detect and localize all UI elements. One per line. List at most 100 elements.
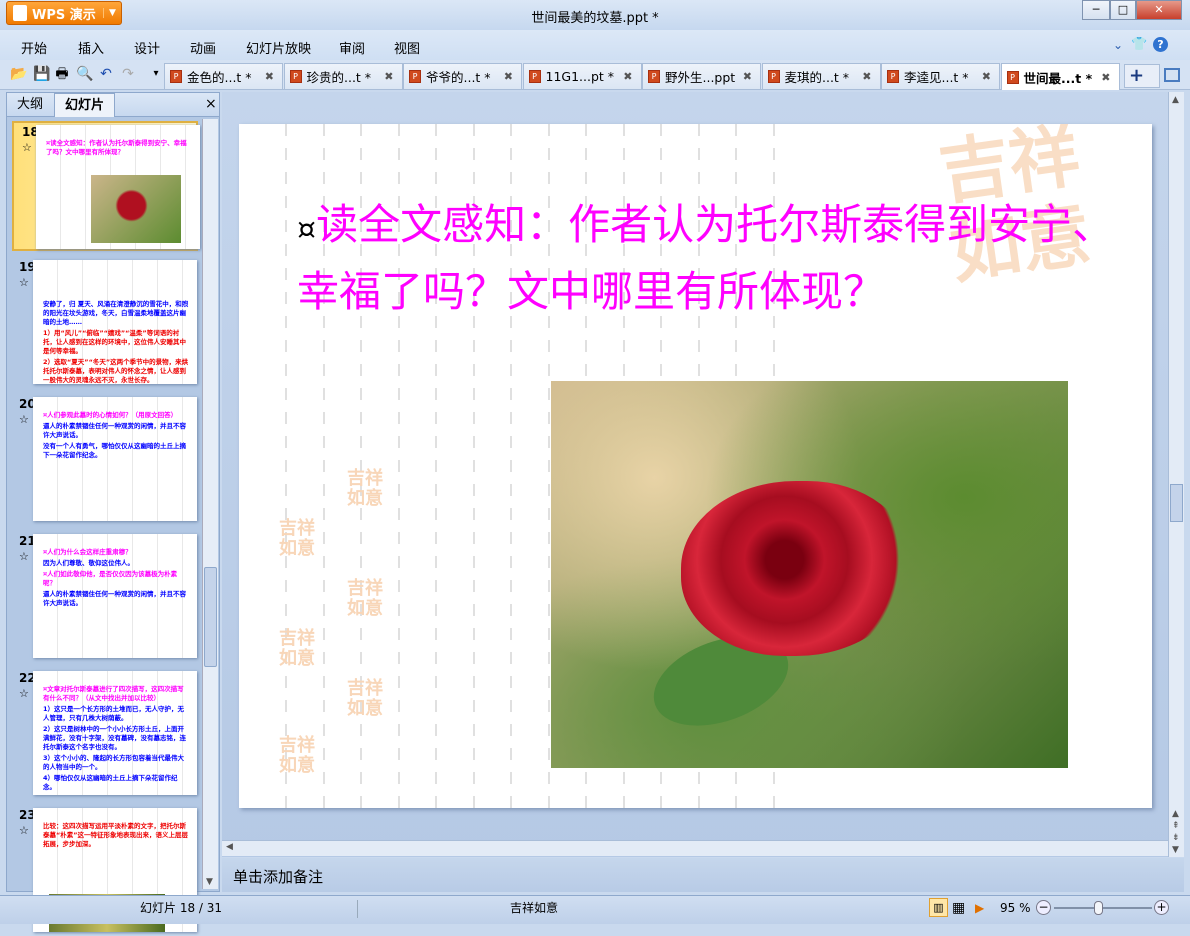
maximize-button[interactable]: □: [1110, 0, 1136, 20]
scroll-up-icon[interactable]: ▲: [1172, 95, 1179, 105]
close-tab-icon[interactable]: ✖: [743, 70, 752, 83]
tab-label: 麦琪的...t *: [784, 70, 850, 85]
open-icon[interactable]: 📂: [10, 66, 27, 82]
new-tab-button[interactable]: +: [1124, 64, 1160, 88]
close-button[interactable]: ✕: [1136, 0, 1182, 20]
normal-view-icon[interactable]: ▥: [929, 898, 948, 917]
menu-insert[interactable]: 插入: [78, 38, 104, 57]
status-bar: 幻灯片 18 / 31 吉祥如意 ▥ ▦ ▶ 95 % − +: [0, 895, 1190, 924]
print-preview-icon[interactable]: 🔍: [76, 66, 93, 82]
menu-home[interactable]: 开始: [21, 38, 47, 57]
close-tab-icon[interactable]: ✖: [862, 70, 871, 83]
close-tab-icon[interactable]: ✖: [1101, 71, 1110, 84]
thumbnail-text: 逼人的朴素禁锢住任何一种观赏的闲情，并且不容许大声说话。: [43, 422, 186, 439]
thumbnail-text: 安静了，归 夏天、风涌在清澄静沉的雪花中，和煦的阳光在坟头游戏，冬天，白雪温柔地…: [43, 300, 189, 326]
document-tab[interactable]: P 爷爷的...t * ✖: [403, 63, 522, 89]
slide-thumbnail-18[interactable]: 18 ☆ ¤读全文感知：作者认为托尔斯泰得到安宁、幸福了吗？文中哪里有所体现？: [12, 121, 200, 251]
document-tab[interactable]: P 麦琪的...t * ✖: [761, 63, 881, 89]
close-tab-icon[interactable]: ✖: [504, 70, 513, 83]
zoom-level[interactable]: 95 %: [1000, 896, 1031, 920]
help-icon[interactable]: ?: [1153, 37, 1168, 52]
minimize-button[interactable]: ─: [1082, 0, 1110, 20]
slide-counter: 幻灯片 18 / 31: [140, 901, 223, 915]
watermark-seal-small: 吉祥 如意: [347, 468, 383, 509]
thumbnail-text: 没有一个人有勇气，哪怕仅仅从这幽暗的土丘上摘下一朵花留作纪念。: [43, 442, 186, 459]
panel-scrollbar[interactable]: ▼: [202, 119, 218, 889]
undo-icon[interactable]: ↶: [98, 66, 114, 82]
document-tab[interactable]: P 珍贵的...t * ✖: [283, 63, 403, 89]
animation-star-icon: ☆: [19, 276, 29, 289]
close-tab-icon[interactable]: ✖: [265, 70, 274, 83]
horizontal-scrollbar[interactable]: ◀: [222, 840, 1168, 856]
thumbnail-text: ¤人们如此敬仰他，是否仅仅因为该墓极为朴素呢？: [43, 570, 178, 587]
zoom-slider-thumb[interactable]: [1094, 901, 1104, 915]
watermark-seal-small: 吉祥 如意: [279, 628, 315, 669]
scroll-left-icon[interactable]: ◀: [226, 842, 233, 852]
slide-sorter-icon[interactable]: ▦: [952, 896, 965, 920]
tab-label: 珍贵的...t *: [306, 70, 372, 85]
menu-view[interactable]: 视图: [394, 38, 420, 57]
ppt-file-icon: P: [289, 70, 302, 83]
scrollbar-thumb[interactable]: [204, 567, 217, 667]
zoom-out-button[interactable]: −: [1036, 900, 1051, 915]
animation-star-icon: ☆: [19, 550, 29, 563]
collapse-ribbon-icon[interactable]: ⌄: [1113, 38, 1123, 52]
watermark-seal-small: 吉祥 如意: [347, 678, 383, 719]
theme-name: 吉祥如意: [510, 901, 559, 915]
page-nav-icons[interactable]: ▲ ⇞ ⇟ ▼: [1172, 808, 1180, 856]
scroll-down-icon[interactable]: ▼: [206, 877, 213, 887]
tab-label: 爷爷的...t *: [426, 70, 491, 85]
ppt-file-icon: P: [767, 70, 780, 83]
vertical-scrollbar[interactable]: ▲ ▲ ⇞ ⇟ ▼: [1168, 92, 1184, 857]
ppt-file-icon: P: [1006, 70, 1019, 84]
slide-title[interactable]: ¤读全文感知：作者认为托尔斯泰得到安宁、幸福了吗？文中哪里有所体现？: [297, 194, 1117, 323]
document-tab[interactable]: P 金色的...t * ✖: [164, 63, 283, 89]
thumbnail-text: 2）选取“夏天”“冬天”这两个季节中的景物，来烘托托尔斯泰墓，表明对伟人的怀念之…: [43, 358, 189, 384]
print-icon[interactable]: 🖶: [54, 66, 70, 82]
slide-thumbnail-19[interactable]: 19 ☆ 安静了，归 夏天、风涌在清澄静沉的雪花中，和煦的阳光在坟头游戏，冬天，白雪…: [11, 258, 197, 388]
document-tab[interactable]: P 世间最...t * ✖: [1000, 63, 1120, 90]
thumbnail-text: 3）这个小小的、隆起的长方形包容着当代最伟大的人物当中的一个。: [43, 754, 185, 771]
tab-slides[interactable]: 幻灯片: [54, 93, 116, 117]
animation-star-icon: ☆: [19, 824, 29, 837]
rose-flower: [681, 481, 911, 656]
document-tab[interactable]: P 野外生...ppt ✖: [642, 63, 761, 89]
watermark-seal-small: 吉祥 如意: [347, 578, 383, 619]
menu-review[interactable]: 审阅: [339, 38, 365, 57]
skin-icon[interactable]: 👕: [1131, 37, 1147, 52]
close-tab-icon[interactable]: ✖: [623, 70, 632, 83]
thumbnail-text: ¤读全文感知：作者认为托尔斯泰得到安宁、幸福了吗？文中哪里有所体现？: [46, 139, 187, 156]
scrollbar-thumb[interactable]: [1170, 484, 1183, 522]
tab-label: 李逵见...t *: [904, 70, 969, 85]
window-layout-icon[interactable]: [1164, 68, 1180, 82]
animation-star-icon: ☆: [22, 141, 32, 154]
tab-outline[interactable]: 大纲: [7, 93, 53, 117]
animation-star-icon: ☆: [19, 413, 29, 426]
tab-label: 世间最...t *: [1023, 70, 1093, 86]
slide-thumbnail-22[interactable]: 22 ☆ ¤文章对托尔斯泰墓进行了四次描写，这四次描写有什么不同？（从文中找出并加以…: [11, 669, 197, 799]
document-tab[interactable]: P 李逵见...t * ✖: [881, 63, 1000, 89]
thumbnail-text: 逼人的朴素禁锢住任何一种观赏的闲情，并且不容许大声说话。: [43, 590, 186, 607]
thumbnail-text: 4）哪怕仅仅从这幽暗的土丘上摘下朵花留作纪念。: [43, 774, 178, 791]
menu-animation[interactable]: 动画: [190, 38, 216, 57]
ppt-file-icon: P: [528, 70, 541, 83]
save-icon[interactable]: 💾: [33, 66, 50, 82]
customize-toolbar-icon[interactable]: ▾: [148, 66, 164, 82]
slide-thumbnail-21[interactable]: 21 ☆ ¤人们为什么会这样庄重肃穆？ 因为人们尊敬、敬仰这位伟人。 ¤人们如此敬仰他，…: [11, 532, 197, 662]
slide-thumbnail-20[interactable]: 20 ☆ ¤人们参观此墓时的心情如何？（用原文回答） 逼人的朴素禁锢住任何一种观赏的闲…: [11, 395, 197, 525]
menu-design[interactable]: 设计: [134, 38, 160, 57]
redo-icon[interactable]: ↷: [120, 66, 136, 82]
tab-label: 金色的...t *: [187, 70, 252, 85]
slideshow-icon[interactable]: ▶: [975, 896, 984, 920]
notes-pane[interactable]: 单击添加备注: [222, 858, 1184, 892]
document-tab[interactable]: P 11G1...pt * ✖: [522, 63, 642, 89]
close-tab-icon[interactable]: ✖: [384, 70, 393, 83]
zoom-in-button[interactable]: +: [1154, 900, 1169, 915]
slide-canvas[interactable]: 吉祥 如意 吉祥 如意 吉祥 如意 吉祥 如意 吉祥 如意 吉祥 如意 吉祥 如意 ¤读全文感…: [239, 124, 1152, 808]
rose-photo[interactable]: [551, 381, 1068, 768]
menu-slideshow[interactable]: 幻灯片放映: [246, 38, 311, 57]
close-tab-icon[interactable]: ✖: [982, 70, 991, 83]
close-panel-icon[interactable]: ×: [205, 96, 217, 112]
menu-bar: [0, 30, 1190, 60]
ppt-file-icon: P: [887, 70, 899, 83]
